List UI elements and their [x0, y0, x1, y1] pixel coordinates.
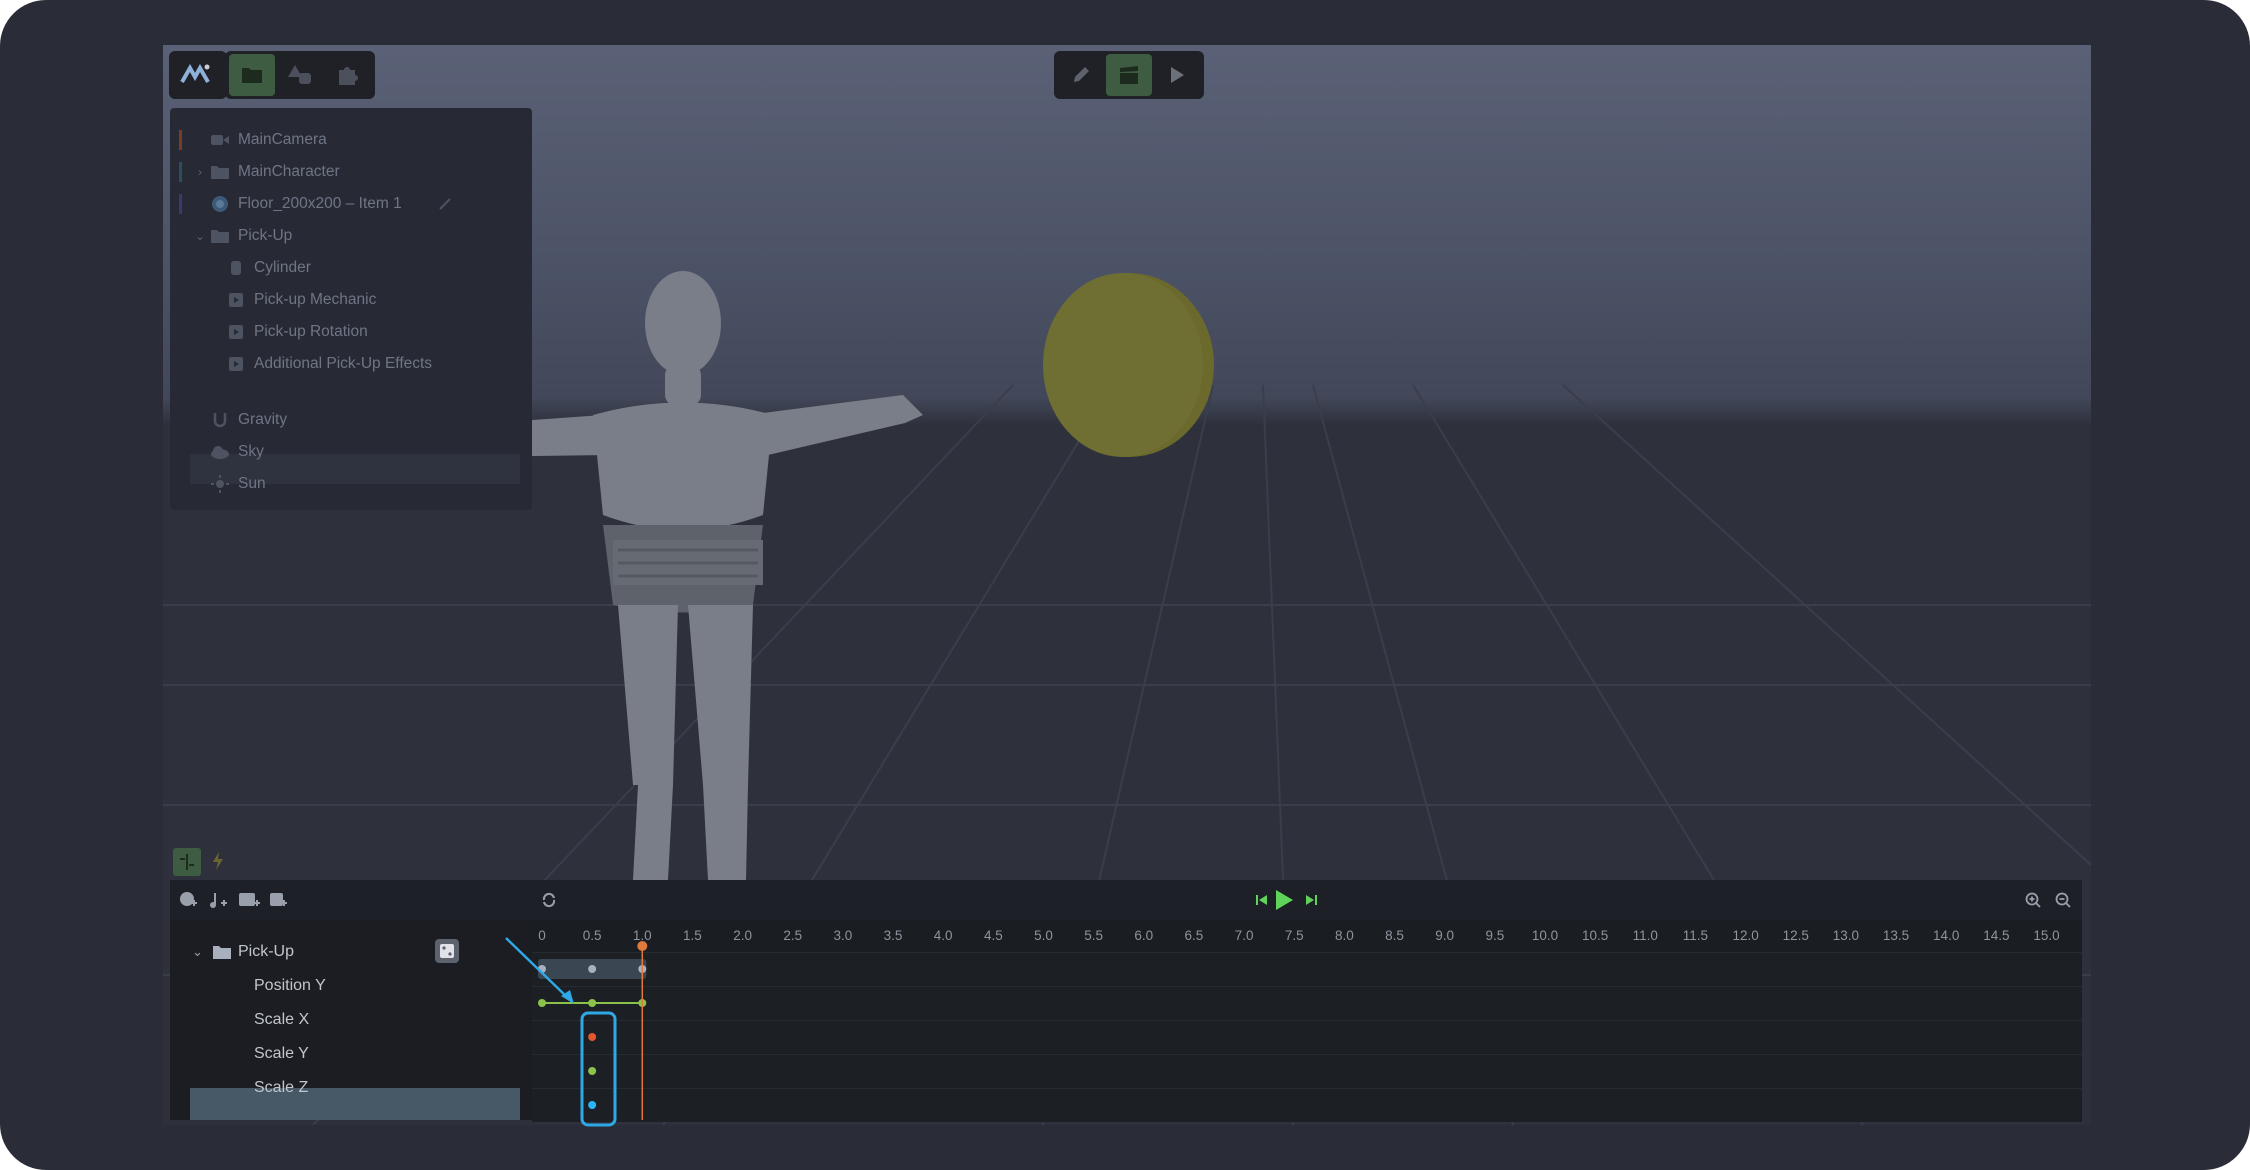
- keyframe[interactable]: [588, 1067, 597, 1075]
- track-pick-up[interactable]: ⌄ Pick-Up: [170, 935, 532, 969]
- camera-icon: [210, 130, 230, 150]
- outliner-item-label: Sky: [238, 443, 264, 460]
- scene-outliner: MainCamera › MainCharacter Floor_200x200…: [170, 108, 532, 510]
- track-label: Scale X: [254, 1011, 310, 1028]
- app-window: MainCamera › MainCharacter Floor_200x200…: [0, 0, 2250, 1170]
- track-label: Scale Y: [254, 1045, 309, 1062]
- loop-icon[interactable]: [539, 890, 559, 910]
- app-logo-icon[interactable]: [172, 54, 218, 96]
- outliner-item-gravity[interactable]: Gravity: [170, 405, 532, 435]
- outliner-item-label: Pick-Up: [238, 227, 293, 244]
- dice-icon[interactable]: [435, 939, 459, 963]
- track-label: Position Y: [254, 977, 326, 994]
- clapperboard-icon[interactable]: [1106, 54, 1152, 96]
- add-event-icon[interactable]: [236, 890, 262, 910]
- chevron-down-icon[interactable]: ⌄: [193, 229, 207, 243]
- mode-switcher: [1054, 51, 1204, 99]
- play-icon[interactable]: [1154, 54, 1200, 96]
- outliner-item-label: Gravity: [238, 411, 288, 428]
- outliner-item-label: Cylinder: [254, 259, 311, 276]
- keyframe[interactable]: [588, 1033, 597, 1041]
- folder-icon: [210, 226, 230, 246]
- skip-back-icon[interactable]: [1252, 890, 1272, 910]
- playhead-handle[interactable]: [637, 941, 648, 951]
- add-clip-icon[interactable]: [268, 890, 288, 910]
- zoom-out-icon[interactable]: [2053, 890, 2073, 910]
- keyframe[interactable]: [588, 965, 597, 973]
- play-icon[interactable]: [1272, 888, 1296, 912]
- track-scale-y[interactable]: Scale Y: [170, 1037, 532, 1071]
- gravity-icon: [210, 410, 230, 430]
- color-mark: [179, 130, 182, 150]
- outliner-item-floor[interactable]: Floor_200x200 – Item 1: [170, 189, 532, 219]
- zoom-in-icon[interactable]: [2023, 890, 2043, 910]
- lightning-icon[interactable]: [208, 851, 228, 871]
- script-icon: [226, 290, 246, 310]
- outliner-item-maincharacter[interactable]: › MainCharacter: [170, 157, 532, 187]
- color-mark: [179, 162, 182, 182]
- outliner-item-maincamera[interactable]: MainCamera: [170, 125, 532, 155]
- track-toggle-icon[interactable]: [173, 848, 201, 876]
- track-scale-x[interactable]: Scale X: [170, 1003, 532, 1037]
- cylinder-icon: [226, 258, 246, 278]
- skip-forward-icon[interactable]: [1301, 890, 1321, 910]
- sun-icon: [210, 474, 230, 494]
- left-toolbar: [169, 51, 227, 99]
- outliner-item-pickup-rotation[interactable]: Pick-up Rotation: [170, 317, 532, 347]
- chevron-right-icon[interactable]: ›: [193, 165, 207, 179]
- keyframe[interactable]: [538, 965, 546, 973]
- keyframe[interactable]: [588, 1101, 597, 1109]
- outliner-item-label: Additional Pick-Up Effects: [254, 355, 433, 372]
- outliner-item-pickup[interactable]: ⌄ Pick-Up: [170, 221, 532, 251]
- outliner-item-label: MainCharacter: [238, 163, 340, 180]
- outliner-item-label: Sun: [238, 475, 266, 492]
- track-label: Scale Z: [254, 1079, 309, 1096]
- add-audio-icon[interactable]: [208, 890, 228, 910]
- outliner-item-cylinder[interactable]: Cylinder: [170, 253, 532, 283]
- outliner-item-pickup-mechanic[interactable]: Pick-up Mechanic: [170, 285, 532, 315]
- folder-icon[interactable]: [229, 54, 275, 96]
- sphere-icon: [210, 194, 230, 214]
- unlink-icon[interactable]: [435, 194, 455, 214]
- chevron-down-icon[interactable]: ⌄: [192, 944, 203, 960]
- outliner-item-sun[interactable]: Sun: [170, 469, 532, 499]
- track-position-y[interactable]: Position Y: [170, 969, 532, 1003]
- pencil-icon[interactable]: [1058, 54, 1104, 96]
- folder-icon: [210, 162, 230, 182]
- outliner-item-label: Floor_200x200 – Item 1: [238, 195, 402, 212]
- folder-icon: [213, 945, 231, 964]
- keyframe-layer: [538, 941, 648, 1120]
- animation-panel: ⌄ Pick-Up Position Y Scale X Scale Y Sca…: [170, 880, 2082, 1122]
- keyframe[interactable]: [588, 999, 597, 1007]
- shapes-icon[interactable]: [277, 54, 323, 96]
- outliner-item-label: Pick-up Rotation: [254, 323, 368, 340]
- puzzle-icon[interactable]: [325, 54, 371, 96]
- script-icon: [226, 322, 246, 342]
- outliner-item-sky[interactable]: Sky: [170, 437, 532, 467]
- script-icon: [226, 354, 246, 374]
- track-label: Pick-Up: [238, 943, 295, 960]
- mode-toolbar: [225, 51, 375, 99]
- timeline-area[interactable]: 0 0.5 1.0 1.5 2.0 2.5 3.0 3.5 4.0 4.5 5.0 5.5 6.0 6.5…: [532, 920, 2082, 1122]
- outliner-item-label: Pick-up Mechanic: [254, 291, 377, 308]
- animation-toolbar: [170, 880, 2082, 920]
- outliner-item-additional-effects[interactable]: Additional Pick-Up Effects: [170, 349, 532, 379]
- track-list: ⌄ Pick-Up Position Y Scale X Scale Y Sca…: [170, 920, 532, 1120]
- outliner-item-label: MainCamera: [238, 131, 327, 148]
- cloud-icon: [210, 442, 230, 462]
- track-scale-z[interactable]: Scale Z: [170, 1071, 532, 1105]
- keyframe[interactable]: [538, 999, 546, 1007]
- color-mark: [179, 194, 182, 214]
- add-shape-icon[interactable]: [178, 890, 198, 910]
